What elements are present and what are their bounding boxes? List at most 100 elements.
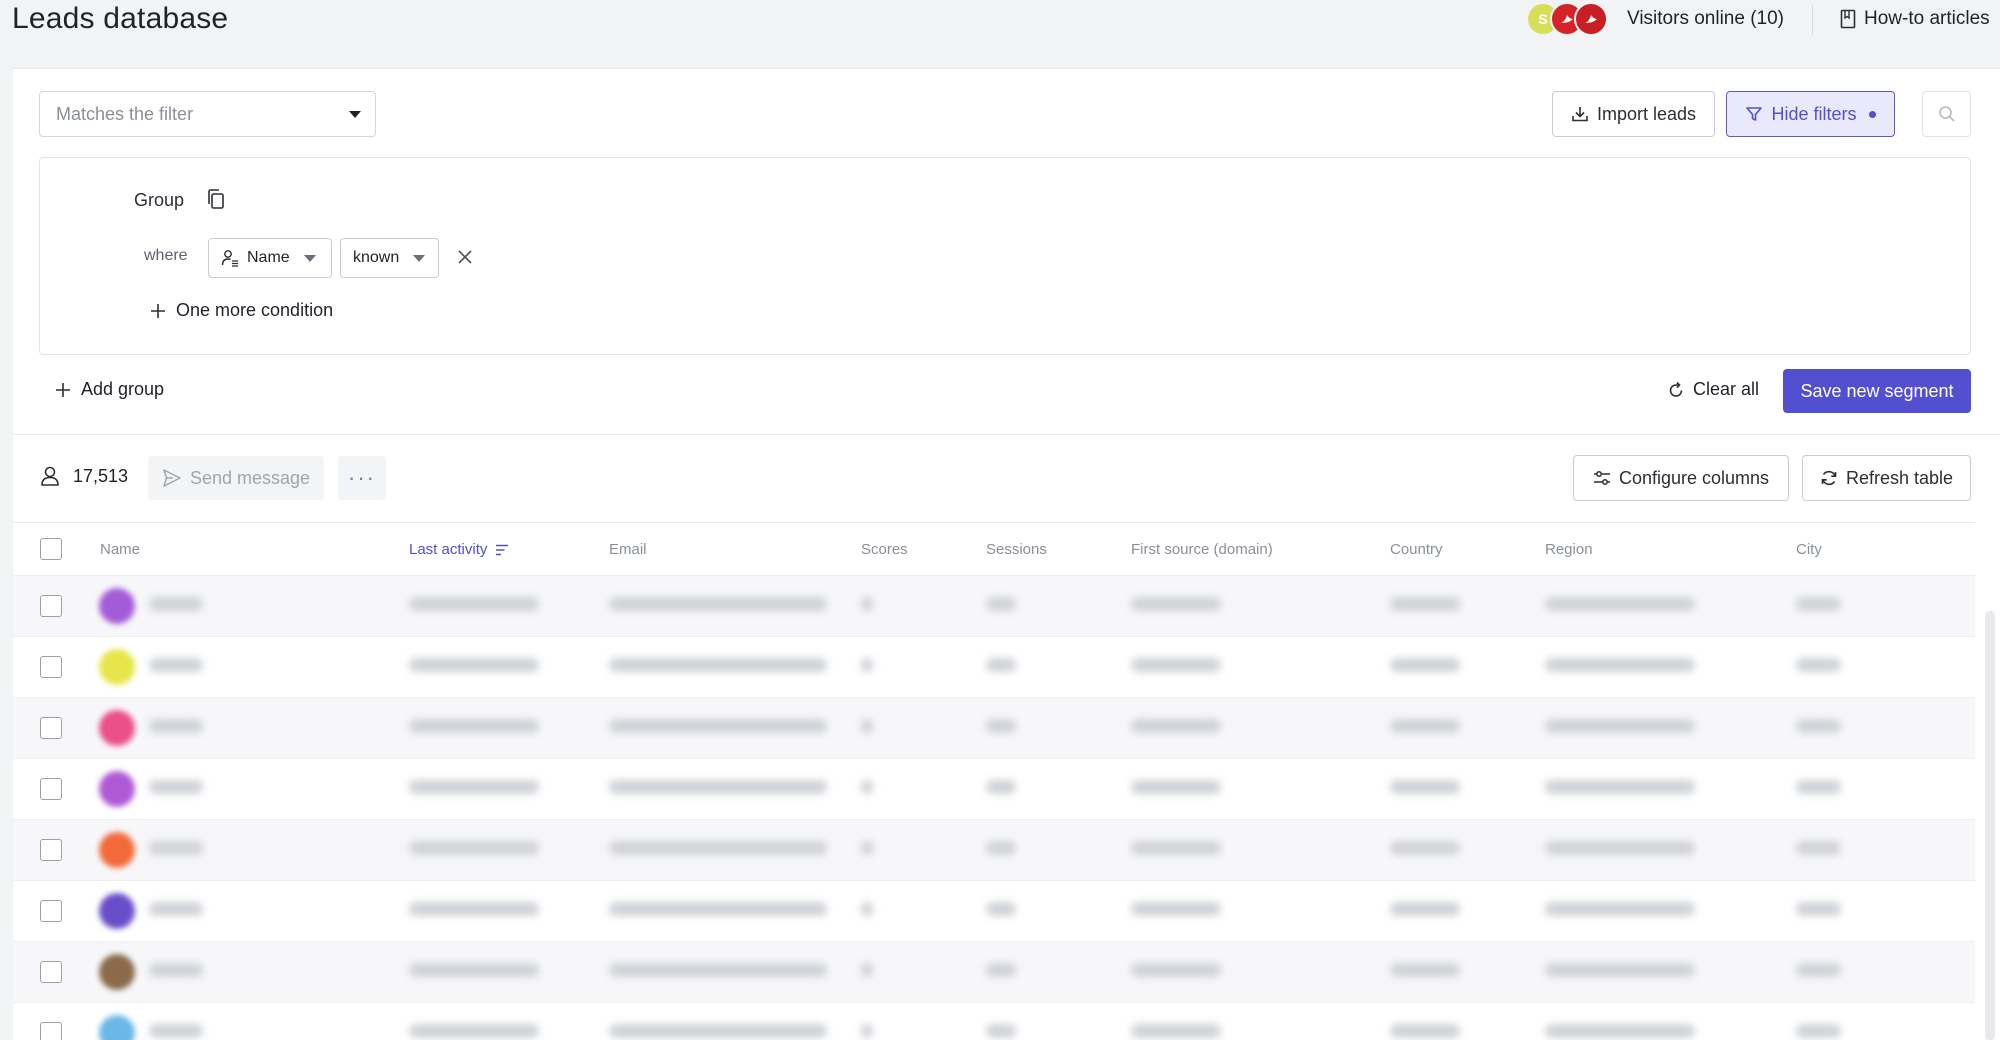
search-button[interactable] xyxy=(1922,91,1971,137)
operator-value: known xyxy=(353,249,400,266)
blurred-cell xyxy=(861,780,873,794)
refresh-table-button[interactable]: Refresh table xyxy=(1802,455,1971,501)
configure-columns-button[interactable]: Configure columns xyxy=(1573,455,1789,501)
table-row[interactable] xyxy=(13,819,1975,880)
import-leads-button[interactable]: Import leads xyxy=(1552,91,1715,137)
blurred-cell xyxy=(986,1024,1016,1038)
column-header-city[interactable]: City xyxy=(1796,541,1822,558)
blurred-cell xyxy=(1545,780,1695,794)
blurred-cell xyxy=(1390,780,1460,794)
blurred-cell xyxy=(1131,719,1221,733)
select-all-checkbox[interactable] xyxy=(40,538,62,560)
blurred-cell xyxy=(861,597,873,611)
blurred-cell xyxy=(1131,780,1221,794)
blurred-cell xyxy=(986,597,1016,611)
blurred-cell xyxy=(609,597,827,611)
blurred-cell xyxy=(1796,902,1841,916)
column-header-region[interactable]: Region xyxy=(1545,541,1593,558)
copy-group-button[interactable] xyxy=(206,188,226,215)
sort-descending-icon xyxy=(496,544,509,555)
column-header-sessions[interactable]: Sessions xyxy=(986,541,1047,558)
blurred-cell xyxy=(986,658,1016,672)
blurred-cell xyxy=(149,780,203,794)
add-condition-button[interactable]: One more condition xyxy=(150,300,333,321)
clear-all-button[interactable]: Clear all xyxy=(1667,379,1759,400)
column-header-first-source[interactable]: First source (domain) xyxy=(1131,541,1273,558)
reset-icon xyxy=(1669,381,1683,397)
table-row[interactable] xyxy=(13,758,1975,819)
blurred-cell xyxy=(1545,1024,1695,1038)
row-checkbox[interactable] xyxy=(40,1022,62,1040)
row-checkbox[interactable] xyxy=(40,717,62,739)
blurred-cell xyxy=(861,719,873,733)
filter-group: Group where Name known One more conditio… xyxy=(39,157,1971,355)
blurred-cell xyxy=(609,963,827,977)
blurred-cell xyxy=(1545,963,1695,977)
blurred-cell xyxy=(861,841,873,855)
row-checkbox[interactable] xyxy=(40,778,62,800)
row-checkbox[interactable] xyxy=(40,961,62,983)
column-header-scores[interactable]: Scores xyxy=(861,541,908,558)
blurred-cell xyxy=(149,841,203,855)
add-group-label: Add group xyxy=(81,379,165,399)
where-label: where xyxy=(144,247,188,264)
table-row[interactable] xyxy=(13,941,1975,1002)
lead-avatar xyxy=(99,588,135,624)
operator-dropdown[interactable]: known xyxy=(340,238,439,278)
table-row[interactable] xyxy=(13,636,1975,697)
blurred-cell xyxy=(149,1024,203,1038)
more-actions-button[interactable]: ··· xyxy=(338,456,386,500)
send-message-button[interactable]: Send message xyxy=(148,456,324,500)
lead-count: 17,513 xyxy=(39,465,128,487)
save-segment-button[interactable]: Save new segment xyxy=(1783,369,1971,413)
visitors-online-link[interactable]: Visitors online (10) xyxy=(1627,8,1784,30)
blurred-cell xyxy=(609,780,827,794)
table-row[interactable] xyxy=(13,575,1975,636)
table-row[interactable] xyxy=(13,1002,1975,1040)
row-checkbox[interactable] xyxy=(40,595,62,617)
hide-filters-button[interactable]: Hide filters xyxy=(1726,91,1895,137)
blurred-cell xyxy=(1131,658,1221,672)
blurred-cell xyxy=(409,902,539,916)
blurred-cell xyxy=(409,780,539,794)
send-icon xyxy=(163,469,181,487)
table-scrollbar[interactable] xyxy=(1985,611,1995,1040)
blurred-cell xyxy=(609,719,827,733)
column-header-country[interactable]: Country xyxy=(1390,541,1443,558)
row-checkbox[interactable] xyxy=(40,900,62,922)
howto-articles-label: How-to articles xyxy=(1864,8,1990,29)
blurred-cell xyxy=(861,658,873,672)
segment-select[interactable]: Matches the filter xyxy=(39,91,376,137)
blurred-cell xyxy=(409,597,539,611)
blurred-cell xyxy=(1796,1024,1841,1038)
lead-avatar xyxy=(99,710,135,746)
property-dropdown[interactable]: Name xyxy=(208,238,332,278)
howto-articles-link[interactable]: How-to articles xyxy=(1840,8,1990,30)
column-header-last-activity[interactable]: Last activity xyxy=(409,541,509,558)
caret-down-icon xyxy=(349,111,361,118)
add-group-button[interactable]: Add group xyxy=(55,379,164,400)
blurred-cell xyxy=(1131,902,1221,916)
blurred-cell xyxy=(609,841,827,855)
close-icon xyxy=(458,250,472,264)
blurred-cell xyxy=(1390,902,1460,916)
lead-avatar xyxy=(99,893,135,929)
blurred-cell xyxy=(986,719,1016,733)
lead-avatar xyxy=(99,832,135,868)
blurred-cell xyxy=(409,658,539,672)
table-row[interactable] xyxy=(13,697,1975,758)
online-visitors-avatars[interactable]: S xyxy=(1526,2,1608,36)
row-checkbox[interactable] xyxy=(40,656,62,678)
blurred-cell xyxy=(861,902,873,916)
blurred-cell xyxy=(1390,597,1460,611)
refresh-icon xyxy=(1821,470,1837,486)
table-row[interactable] xyxy=(13,880,1975,941)
remove-condition-button[interactable] xyxy=(455,247,475,272)
row-checkbox[interactable] xyxy=(40,839,62,861)
column-header-email[interactable]: Email xyxy=(609,541,647,558)
clear-all-label: Clear all xyxy=(1693,379,1760,399)
blurred-cell xyxy=(986,780,1016,794)
blurred-cell xyxy=(1131,963,1221,977)
column-header-name[interactable]: Name xyxy=(100,541,140,558)
blurred-cell xyxy=(1545,597,1695,611)
